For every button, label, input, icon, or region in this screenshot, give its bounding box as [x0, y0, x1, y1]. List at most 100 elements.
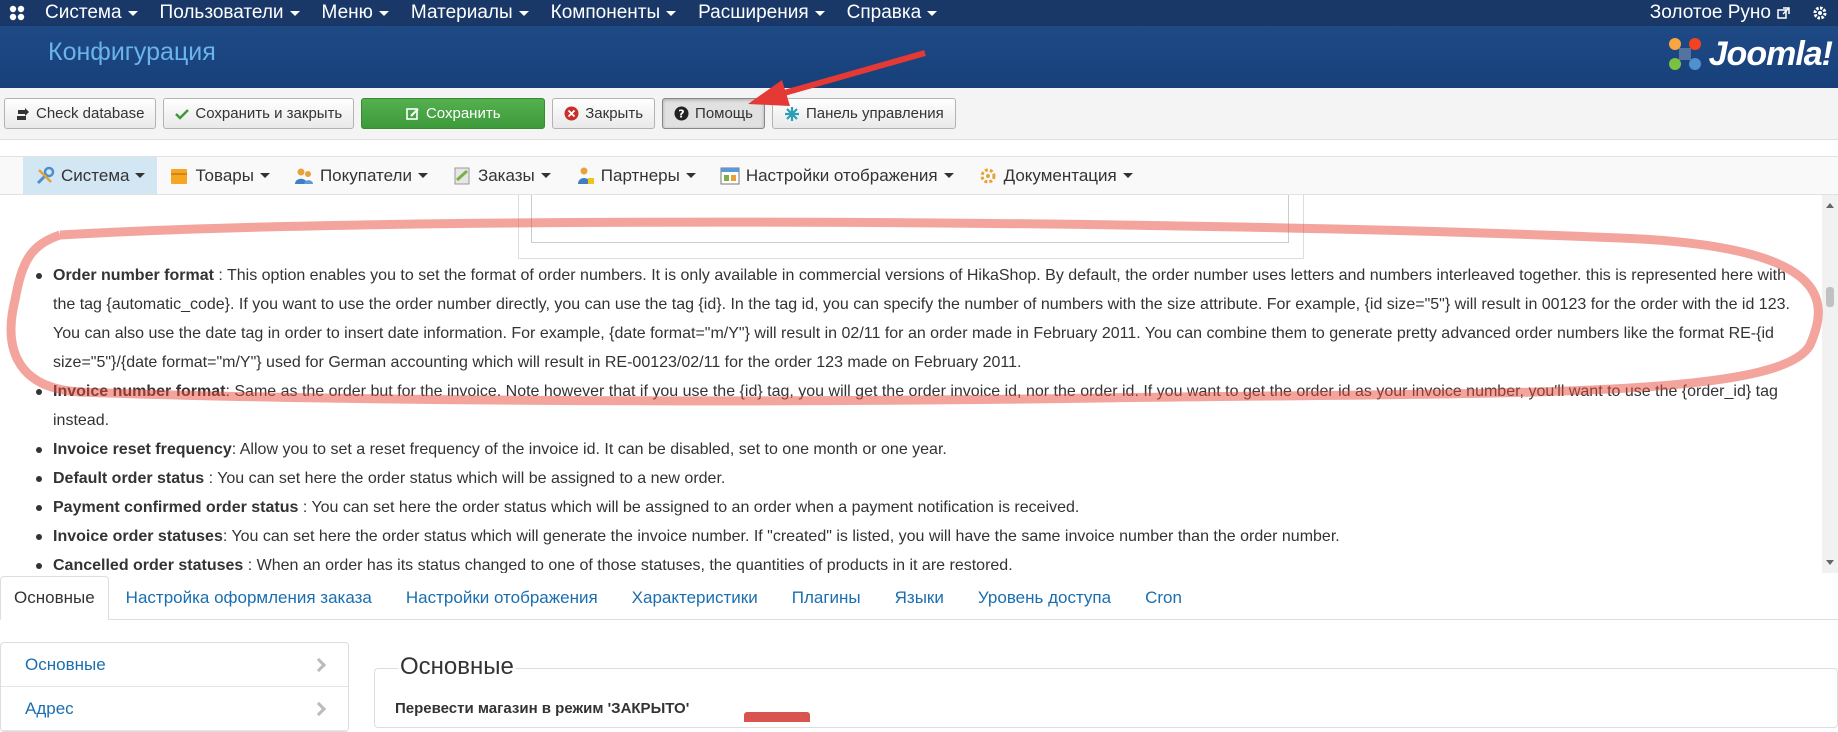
- sidenav-item-main[interactable]: Основные: [1, 643, 348, 687]
- hikamenu-documentation[interactable]: Документация: [966, 157, 1145, 194]
- topnav-help[interactable]: Справка: [836, 2, 949, 24]
- help-text: : This option enables you to set the for…: [53, 267, 1790, 371]
- help-item-default-order-status: Default order status : You can set here …: [36, 464, 1806, 493]
- help-scrollbar[interactable]: [1822, 195, 1838, 573]
- tab-checkout[interactable]: Настройка оформления заказа: [109, 576, 389, 619]
- joomla-brand: Joomla!: [1665, 34, 1833, 74]
- help-term: Payment confirmed order status: [53, 499, 299, 516]
- hikamenu-system-label: Система: [61, 165, 130, 185]
- hikamenu-products-label: Товары: [195, 165, 254, 185]
- caret-down-icon: [943, 173, 954, 178]
- orders-icon: [454, 167, 470, 184]
- caret-down-icon: [259, 173, 270, 178]
- close-circle-icon: [564, 106, 579, 121]
- help-term: Invoice order statuses: [53, 528, 223, 545]
- config-tabs: Основные Настройка оформления заказа Нас…: [0, 576, 1838, 620]
- topnav-system[interactable]: Система: [34, 2, 149, 24]
- site-link[interactable]: Золотое Руно: [1638, 2, 1802, 24]
- help-list: Order number format : This option enable…: [36, 261, 1806, 573]
- tab-plugins[interactable]: Плагины: [775, 576, 878, 619]
- hikamenu-affiliates[interactable]: Партнеры: [563, 157, 708, 194]
- store-closed-toggle[interactable]: [744, 712, 810, 722]
- scroll-up-arrow-icon[interactable]: [1826, 203, 1834, 208]
- main-settings-fieldset: [374, 668, 1838, 728]
- topnav-users[interactable]: Пользователи: [149, 2, 311, 24]
- help-button[interactable]: ? Помощь: [662, 98, 765, 129]
- tab-access-level[interactable]: Уровень доступа: [961, 576, 1128, 619]
- tab-display[interactable]: Настройки отображения: [389, 576, 615, 619]
- close-label: Закрыть: [585, 105, 644, 122]
- scroll-down-arrow-icon[interactable]: [1826, 560, 1834, 565]
- svg-text:?: ?: [678, 108, 684, 121]
- help-text: : Same as the order but for the invoice.…: [53, 383, 1778, 429]
- help-term: Invoice reset frequency: [53, 441, 232, 458]
- config-sidenav: Основные Адрес: [0, 642, 349, 732]
- topnav-users-label: Пользователи: [159, 2, 284, 23]
- caret-down-icon: [927, 10, 938, 16]
- page-header: Конфигурация Joomla!: [0, 26, 1838, 88]
- topnav-components[interactable]: Компоненты: [540, 2, 687, 24]
- edit-icon: [406, 107, 419, 120]
- help-term: Order number format: [53, 267, 214, 284]
- tab-main[interactable]: Основные: [0, 576, 109, 620]
- help-text: : You can set here the order status whic…: [222, 528, 1340, 545]
- chevron-right-icon: [311, 701, 327, 716]
- hikamenu-customers[interactable]: Покупатели: [282, 157, 440, 194]
- display-window-icon: [720, 167, 740, 184]
- caret-down-icon: [289, 10, 300, 16]
- topnav-menus[interactable]: Меню: [311, 2, 400, 24]
- caret-down-icon: [1122, 173, 1133, 178]
- caret-down-icon: [135, 173, 146, 178]
- question-circle-icon: ?: [674, 106, 689, 121]
- hikamenu-affiliates-label: Партнеры: [600, 165, 680, 185]
- tab-features[interactable]: Характеристики: [615, 576, 775, 619]
- close-button[interactable]: Закрыть: [552, 98, 656, 129]
- help-content-panel: Order number format : This option enable…: [0, 195, 1822, 573]
- preview-box: [518, 195, 1304, 259]
- documentation-help-icon: [980, 168, 996, 183]
- hikamenu-customers-label: Покупатели: [319, 165, 412, 185]
- hikamenu-orders[interactable]: Заказы: [440, 157, 563, 194]
- hikamenu-documentation-label: Документация: [1003, 165, 1117, 185]
- help-item-invoice-reset-frequency: Invoice reset frequency: Allow you to se…: [36, 435, 1806, 464]
- hikamenu-orders-label: Заказы: [477, 165, 535, 185]
- hikamenu-system[interactable]: Система: [23, 157, 158, 194]
- save-and-close-button[interactable]: Сохранить и закрыть: [163, 98, 355, 129]
- check-database-button[interactable]: Check database: [4, 98, 157, 129]
- hikamenu-display-label: Настройки отображения: [745, 165, 938, 185]
- caret-down-icon: [666, 10, 677, 16]
- dashboard-label: Панель управления: [805, 105, 944, 122]
- caret-down-icon: [417, 173, 428, 178]
- save-button[interactable]: Сохранить: [361, 98, 546, 129]
- topnav-extensions[interactable]: Расширения: [687, 2, 836, 24]
- hikashop-menu: Система Товары Покупатели Заказы Партнер…: [0, 156, 1838, 195]
- hikashop-dashboard-icon: [784, 106, 799, 121]
- external-link-icon: [1777, 6, 1790, 19]
- tab-languages[interactable]: Языки: [878, 576, 961, 619]
- gear-icon: [1813, 6, 1827, 20]
- topnav-system-label: Система: [45, 2, 122, 23]
- caret-down-icon: [378, 10, 389, 16]
- user-settings-menu[interactable]: [1802, 5, 1838, 21]
- hikamenu-products[interactable]: Товары: [157, 157, 281, 194]
- dashboard-button[interactable]: Панель управления: [771, 98, 956, 129]
- joomla-logo-icon[interactable]: [0, 0, 34, 26]
- chevron-right-icon: [311, 657, 327, 672]
- database-icon: [17, 107, 29, 120]
- page-title: Конфигурация: [48, 38, 216, 66]
- caret-down-icon: [814, 10, 825, 16]
- topnav-menus-label: Меню: [321, 2, 373, 23]
- help-item-invoice-order-statuses: Invoice order statuses: You can set here…: [36, 522, 1806, 551]
- hikamenu-display[interactable]: Настройки отображения: [708, 157, 966, 194]
- site-name: Золотое Руно: [1649, 2, 1771, 23]
- admin-top-navbar: Система Пользователи Меню Материалы Комп…: [0, 0, 1838, 26]
- scroll-thumb[interactable]: [1826, 287, 1834, 307]
- fieldset-legend: Основные: [398, 653, 516, 681]
- sidenav-item-address[interactable]: Адрес: [1, 687, 348, 731]
- check-icon: [175, 108, 190, 120]
- products-box-icon: [171, 168, 188, 184]
- store-closed-label: Перевести магазин в режим 'ЗАКРЫТО': [395, 700, 690, 717]
- topnav-content[interactable]: Материалы: [400, 2, 540, 24]
- joomla-brand-text: Joomla!: [1708, 34, 1833, 73]
- tab-cron[interactable]: Cron: [1128, 576, 1199, 619]
